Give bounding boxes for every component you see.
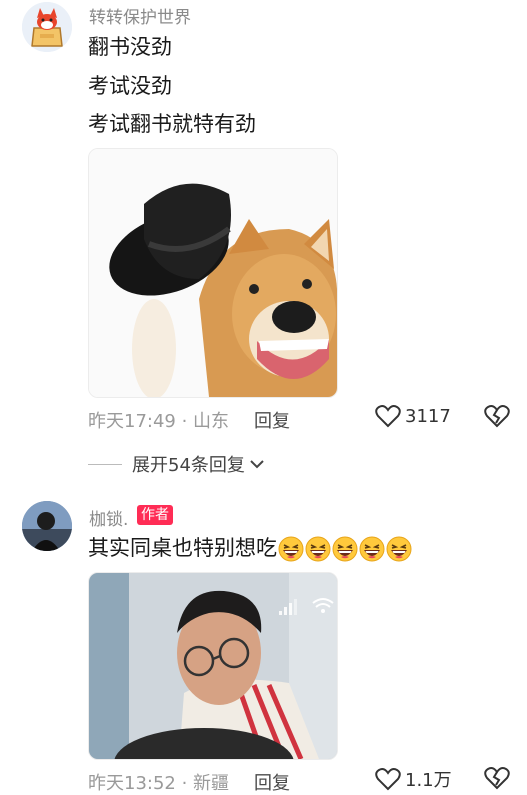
laughing-emoji-icon: [359, 536, 385, 562]
laughing-emoji-icon: [278, 536, 304, 562]
comment-timestamp: 昨天17:49 · 山东: [88, 411, 230, 432]
dislike-button[interactable]: [484, 766, 510, 794]
expand-replies-button[interactable]: 展开54条回复: [88, 451, 266, 477]
comment-image[interactable]: [88, 148, 338, 398]
comment-text-line: 考试没劲: [88, 74, 172, 98]
emoji-row: [277, 536, 412, 562]
expand-replies-label: 展开54条回复: [132, 455, 245, 476]
divider: [88, 463, 122, 465]
heart-icon: [375, 405, 401, 428]
comment-username[interactable]: 枷锁.: [89, 505, 128, 530]
like-count: 3117: [405, 405, 451, 427]
broken-heart-icon: [484, 767, 510, 790]
laughing-emoji-icon: [332, 536, 358, 562]
comment-image[interactable]: [88, 572, 338, 760]
dog-with-hat-image: [89, 149, 337, 397]
comment-text-line: 考试翻书就特有劲: [88, 112, 256, 136]
comment-timestamp: 昨天13:52 · 新疆: [88, 773, 230, 794]
broken-heart-icon: [484, 405, 510, 428]
student-photo-image: [89, 573, 337, 759]
reply-button[interactable]: 回复: [254, 407, 290, 433]
like-count: 1.1万: [405, 770, 452, 791]
person-avatar-icon: [22, 501, 72, 551]
comment-text-content: 其实同桌也特别想吃: [88, 536, 277, 560]
like-button[interactable]: 1.1万: [375, 766, 452, 792]
laughing-emoji-icon: [305, 536, 331, 562]
avatar[interactable]: [22, 2, 72, 52]
fox-box-avatar-icon: [22, 2, 72, 52]
avatar[interactable]: [22, 501, 72, 551]
comment-text: 其实同桌也特别想吃: [88, 534, 412, 562]
laughing-emoji-icon: [386, 536, 412, 562]
author-badge: 作者: [137, 505, 173, 525]
like-button[interactable]: 3117: [375, 404, 451, 428]
dislike-button[interactable]: [484, 404, 510, 432]
reply-button[interactable]: 回复: [254, 769, 290, 795]
chevron-down-icon: [250, 460, 264, 469]
heart-icon: [375, 768, 401, 791]
comment-text-line: 翻书没劲: [88, 35, 172, 59]
comment-username[interactable]: 转转保护世界: [89, 3, 191, 28]
